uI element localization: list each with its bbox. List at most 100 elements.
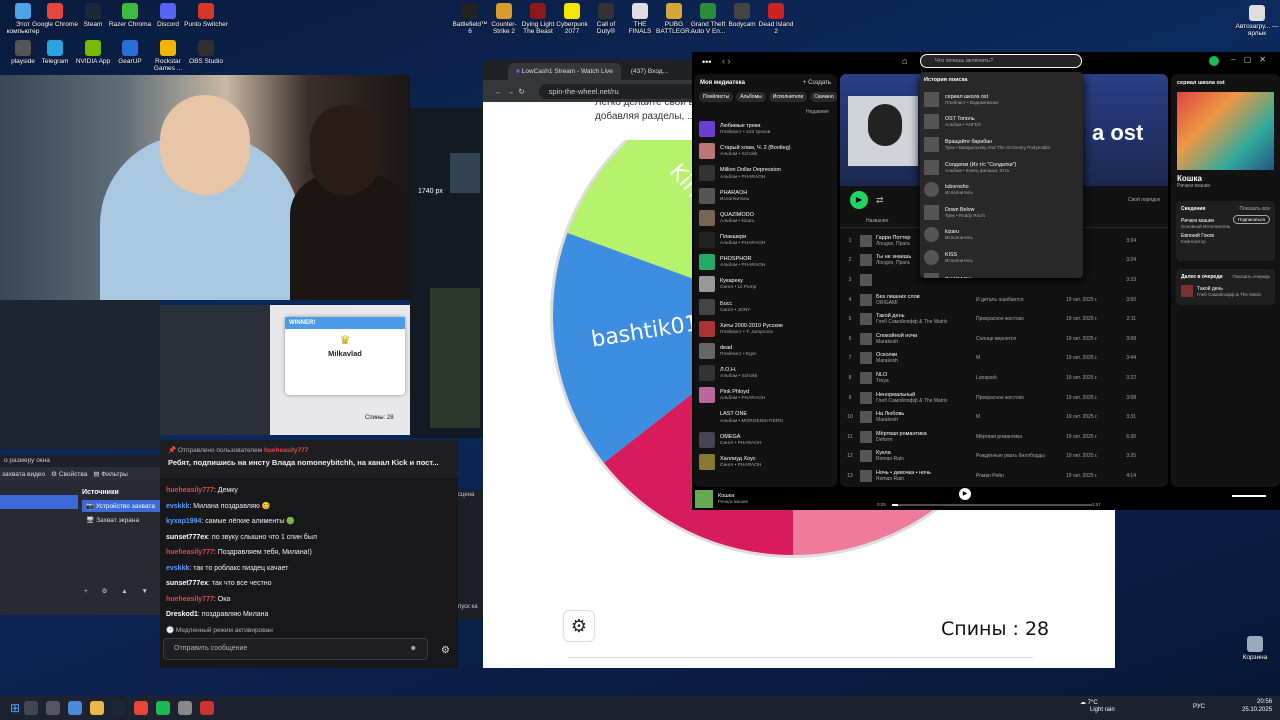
forward-icon[interactable]: → (507, 87, 515, 96)
search-history-item[interactable]: OST Тополь Альбом • АНГЕЛ (920, 111, 1083, 134)
library-filter-chip[interactable]: Скачано (810, 92, 837, 102)
spotify-menu-icon[interactable]: ••• (702, 57, 711, 67)
desktop-icon[interactable]: THE FINALS (622, 3, 658, 36)
weather-widget[interactable]: ☁ 7°C Light rain (1080, 700, 1115, 714)
tab-other[interactable]: (437) Вход... (622, 63, 677, 80)
desktop-icon[interactable]: Bodycam (724, 3, 760, 28)
track-row[interactable]: 4 Без лишних слов ORIGAMI И деталь ошибаетс… (840, 290, 1168, 310)
chat-username[interactable]: sunset777ex (166, 534, 208, 541)
library-item[interactable]: Халлиуд Хоус Сингл • PHARAOH (694, 451, 837, 473)
chat-username[interactable]: sunset777ex (166, 580, 208, 587)
settings-gear-icon[interactable]: ⚙ (563, 610, 595, 642)
back-icon[interactable]: ← (495, 87, 503, 96)
track-row[interactable]: 12 Кукла Roman Rain Рождённые рвать биллбор… (840, 447, 1168, 467)
spotify-search-input[interactable]: Что хочешь включить? (920, 54, 1082, 68)
obs-source-item[interactable]: 🖥 Захват экрана (82, 514, 160, 526)
start-icon[interactable]: ⊞ (10, 701, 20, 715)
desktop-icon[interactable]: Punto Switcher (183, 3, 229, 28)
library-item[interactable]: Л.О.Н. Альбом • Schokk (694, 362, 837, 384)
emote-icon[interactable]: ☻ (410, 639, 417, 659)
track-row[interactable]: 9 Ненормальный Глеб Самойлофф & The Matrix… (840, 388, 1168, 408)
telegram-icon[interactable] (178, 701, 193, 715)
chat-input[interactable]: Отправить сообщение ☻ (163, 638, 428, 660)
sort-recent[interactable]: Недавние (694, 106, 837, 118)
track-row[interactable]: 13 Ночь • девочка • ночь Roman Rain Роман Р… (840, 466, 1168, 486)
search-history-item[interactable]: tuborosho Исполнитель (920, 178, 1083, 201)
chat-username[interactable]: hueheasily777 (166, 487, 214, 494)
reload-icon[interactable]: ↻ (518, 87, 524, 96)
language-indicator[interactable]: РУС (1193, 704, 1205, 710)
desktop-icon[interactable]: Dying Light The Beast (520, 3, 556, 36)
taskview-icon[interactable] (46, 701, 61, 715)
follow-button[interactable]: Подписаться (1233, 215, 1270, 224)
chat-username[interactable]: Dreskod1 (166, 611, 198, 618)
chrome-icon[interactable] (134, 701, 149, 715)
library-filter-chip[interactable]: Исполнители (768, 92, 808, 102)
steam-icon[interactable] (112, 701, 127, 715)
home-icon[interactable]: ⌂ (902, 56, 907, 66)
sort-dropdown[interactable]: Свой порядок (1128, 197, 1160, 203)
obs-capture-tab[interactable]: захвата видео (2, 471, 45, 478)
obs-source-toolbar[interactable]: + ⚙ ▲ ▼ (84, 587, 154, 595)
desktop-icon[interactable]: Counter-Strike 2 (486, 3, 522, 36)
library-item[interactable]: LAST ONE Альбом • MORGENSHTERN (694, 406, 837, 428)
play-button[interactable]: ▶ (850, 191, 868, 209)
search-history-item[interactable]: Down Below Трек • Roddy Ricch (920, 201, 1083, 224)
volume-slider[interactable] (1232, 495, 1266, 497)
search-history-item[interactable]: Солдатки (Из т/с "Солдатки") Альбом • Кон… (920, 156, 1083, 179)
search-history-item[interactable]: KISS Исполнитель (920, 246, 1083, 269)
desktop-icon[interactable]: OBS Studio (183, 40, 229, 65)
library-filter-chip[interactable]: Альбомы (736, 92, 766, 102)
desktop-icon[interactable]: Dead Island 2 (758, 3, 794, 36)
window-controls[interactable]: –▢✕ (1231, 55, 1274, 64)
player-play-button[interactable]: ▶ (959, 488, 971, 500)
library-item[interactable]: Хиты 2000-2010 Русские Плейлист • T. Jump… (694, 318, 837, 340)
library-item[interactable]: QUAZIMODO Альбом • kizaru (694, 207, 837, 229)
search-history-item[interactable]: PHARAOH (920, 269, 1083, 278)
shuffle-icon[interactable]: ⇄ (876, 195, 884, 206)
library-item[interactable]: Кукареку Сингл • Lil Pump (694, 273, 837, 295)
desktop-icon[interactable]: Grand Theft Auto V En... (690, 3, 726, 36)
search-history-item[interactable]: сериал школа ost Плейлист • Вадимевонис (920, 88, 1083, 111)
obs-source-item[interactable]: 📷 Устройство захвата (82, 500, 160, 512)
desktop-icon[interactable]: Battlefield™ 6 (452, 3, 488, 36)
library-item[interactable]: Любимые треки Плейлист • 416 треков (694, 118, 837, 140)
library-item[interactable]: Pink Phloyd Альбом • PHARAOH (694, 384, 837, 406)
spotify-icon[interactable] (156, 701, 171, 715)
open-queue[interactable]: Показать очередь (1232, 274, 1270, 280)
desktop-icon-autoload[interactable]: Автозагру... — ярлык (1234, 5, 1280, 38)
library-item[interactable]: Million Dollar Depression Альбом • PHARAO… (694, 162, 837, 184)
nav-arrows[interactable]: ‹ › (722, 56, 731, 66)
track-row[interactable]: 11 Мёртвая романтика Deform Мёртвая романти… (840, 427, 1168, 447)
library-item[interactable]: PHARAOH Исполнитель (694, 185, 837, 207)
app-icon[interactable] (200, 701, 215, 715)
widgets-icon[interactable] (68, 701, 83, 715)
search-history-item[interactable]: Вращайте барабан Трек • Balagurovsky And … (920, 133, 1083, 156)
explorer-icon[interactable] (90, 701, 105, 715)
library-filter-chip[interactable]: Плейлисты (699, 92, 734, 102)
clock[interactable]: 20:56 25.10.2025 (1242, 699, 1272, 715)
progress-bar[interactable] (892, 504, 1092, 506)
chat-settings-icon[interactable]: ⚙ (441, 645, 450, 656)
track-row[interactable]: 7 Осколки Маrakesh М 19 окт. 2025 г. 3:44 (840, 349, 1168, 369)
avatar[interactable] (1209, 56, 1219, 66)
chat-username[interactable]: hueheasily777 (166, 549, 214, 556)
library-item[interactable]: Босс Сингл • JONY (694, 296, 837, 318)
desktop-icon[interactable]: PUBG BATTLEGR... (656, 3, 695, 36)
track-row[interactable]: 6 Спокойной ночи Маrakesh Солнце вернется 19… (840, 329, 1168, 349)
chat-username[interactable]: evskkk (166, 565, 189, 572)
library-item[interactable]: Плакшери Альбом • PHARAOH (694, 229, 837, 251)
track-row[interactable]: 10 На Любовь Маrakesh М 19 окт. 2025 г. 3:31 (840, 407, 1168, 427)
search-icon[interactable] (24, 701, 39, 715)
track-row[interactable]: 8 NLO Treya Lunapark 19 окт. 2025 г. 3:22 (840, 368, 1168, 388)
track-row[interactable]: 5 Такой день Глеб Самойлофф & The Matrix Пр… (840, 309, 1168, 329)
desktop-icon[interactable]: Call of Duty® (588, 3, 624, 36)
obs-properties-button[interactable]: ⚙ Свойства (51, 470, 87, 478)
tab-stream[interactable]: ■ LowCash1 Stream - Watch Live (508, 63, 621, 80)
library-item[interactable]: PHOSPHOR Альбом • PHARAOH (694, 251, 837, 273)
search-history-item[interactable]: kizaru Исполнитель (920, 224, 1083, 247)
library-item[interactable]: Старый хлам, Ч. 2 (Bootleg) Альбом • Scho… (694, 140, 837, 162)
create-button[interactable]: + Создать (803, 80, 831, 86)
chat-username[interactable]: evskkk (166, 503, 189, 510)
desktop-icon-recycle[interactable]: Корзина (1232, 636, 1278, 661)
